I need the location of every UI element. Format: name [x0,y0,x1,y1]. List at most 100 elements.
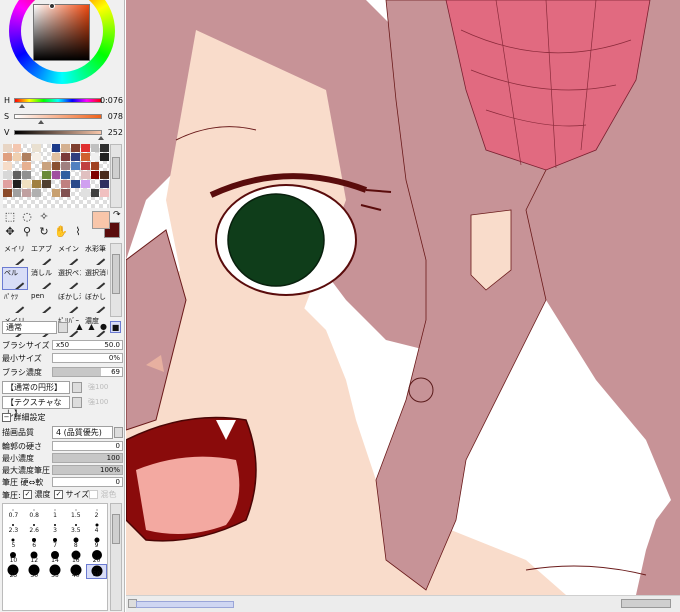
wand-icon[interactable]: ✧ [36,210,52,224]
color-swatch[interactable] [80,144,90,152]
brush-slot[interactable]: ペル [2,267,28,290]
min-density-slider[interactable]: 100 [52,453,123,463]
brush-size-preset[interactable]: 35 [45,564,66,579]
brush-shape-dropdown-button[interactable] [72,382,82,393]
zoom-icon[interactable]: ⚲ [19,225,35,239]
value-slider[interactable] [14,130,102,135]
color-swatch[interactable] [51,171,61,179]
brush-size-preset[interactable]: 2.3 [3,519,24,534]
select-lasso-icon[interactable]: ◌ [19,210,35,224]
brush-size-preset[interactable]: 4 [86,519,107,534]
min-size-slider[interactable]: 0% [52,353,123,363]
color-swatch[interactable] [80,189,90,197]
color-swatch[interactable] [12,153,22,161]
brush-scrollbar[interactable] [110,243,122,317]
saturation-slider[interactable] [14,114,102,119]
color-swatch[interactable] [12,180,22,188]
brush-size-preset[interactable]: 16 [65,549,86,564]
brush-slot[interactable]: 水彩筆 [83,243,109,266]
color-swatch[interactable] [90,171,100,179]
color-swatch[interactable] [12,189,22,197]
color-swatch[interactable] [100,189,109,197]
color-swatch[interactable] [71,180,80,188]
brush-size-preset[interactable]: 25 [3,564,24,579]
eyedropper-icon[interactable]: ⌇ [70,225,86,239]
color-swatch[interactable] [51,162,61,170]
color-swatch[interactable] [100,153,109,161]
brush-size-preset[interactable]: 30 [24,564,45,579]
color-swatch[interactable] [71,153,80,161]
brush-size-preset[interactable]: 9 [86,534,107,549]
brush-size-preset[interactable]: 3.5 [65,519,86,534]
brush-size-preset[interactable]: 8 [65,534,86,549]
rotate-icon[interactable]: ↻ [36,225,52,239]
color-wheel[interactable] [5,0,117,88]
density-checkbox[interactable]: ✓ [23,490,32,499]
brush-size-preset[interactable]: 2 [86,504,107,519]
advanced-settings-header[interactable]: − 詳細設定 [2,412,46,423]
color-swatch[interactable] [22,162,32,170]
color-swatch[interactable] [42,144,51,152]
brush-size-field[interactable]: x50 50.0 [52,340,123,350]
color-swatch[interactable] [100,180,109,188]
mix-checkbox-group[interactable]: 混色 [89,489,117,500]
mix-checkbox[interactable] [89,490,98,499]
color-swatch[interactable] [90,153,100,161]
color-swatch[interactable] [3,180,12,188]
color-swatch[interactable] [3,153,12,161]
texture-dropdown-button[interactable] [72,397,82,408]
color-swatch[interactable] [32,153,41,161]
color-swatch[interactable] [90,144,100,152]
color-swatch[interactable] [90,189,100,197]
color-swatch[interactable] [3,171,12,179]
brush-size-preset[interactable]: 7 [45,534,66,549]
color-swatch[interactable] [90,162,100,170]
brush-slot[interactable]: ぼかし [83,291,109,314]
hue-slider[interactable] [14,98,102,103]
color-swatch[interactable] [71,144,80,152]
quality-dropdown-button[interactable] [114,427,123,438]
color-swatch[interactable] [41,180,51,188]
color-swatch[interactable] [32,162,41,170]
blend-mode-select[interactable]: 通常 [2,321,57,334]
color-swatch[interactable] [91,180,100,188]
brush-slot[interactable]: 選択消し [83,267,109,290]
color-swatch[interactable] [71,171,80,179]
texture-select[interactable]: 【テクスチャなし】 [2,396,70,418]
color-swatch[interactable] [52,180,61,188]
brush-size-preset[interactable]: 10 [3,549,24,564]
color-swatch[interactable] [100,144,109,152]
color-swatch[interactable] [22,180,32,188]
color-swatch[interactable] [32,171,41,179]
foreground-color[interactable] [92,211,110,229]
brush-slot[interactable]: pen [29,291,55,314]
color-swatch[interactable] [51,144,61,152]
swatch-scrollbar[interactable] [110,144,122,208]
hand-icon[interactable]: ✋ [53,225,69,239]
horizontal-scrollbar[interactable] [126,595,680,612]
brush-slot[interactable]: ぼかし滲 [56,291,82,314]
brush-size-preset[interactable]: 12 [24,549,45,564]
quality-select[interactable]: 4 (品質優先) [52,426,113,439]
brush-size-preset[interactable]: 14 [45,549,66,564]
color-swatch[interactable] [80,171,90,179]
color-swatch[interactable] [32,180,41,188]
brush-density-slider[interactable]: 69 [52,367,123,377]
color-swatch[interactable] [42,153,51,161]
edge-hardness-slider[interactable]: 0 [52,441,123,451]
color-swatch[interactable] [22,189,32,197]
swap-colors-icon[interactable]: ↷ [113,210,121,220]
pressure-hardness-slider[interactable]: 0 [52,477,123,487]
brush-size-preset[interactable]: 5 [3,534,24,549]
blend-mode-dropdown-button[interactable] [58,322,68,333]
color-swatch[interactable] [13,162,22,170]
brush-shape-sharp-icon[interactable]: ▲ [74,321,85,333]
color-swatch[interactable] [61,171,71,179]
collapse-icon[interactable]: − [2,413,11,422]
size-scrollbar-thumb[interactable] [112,514,120,544]
move-icon[interactable]: ✥ [2,225,18,239]
saturation-value-square[interactable] [33,4,90,61]
brush-size-preset[interactable]: 2.6 [24,519,45,534]
brush-size-preset[interactable]: 20 [86,549,107,564]
color-swatch[interactable] [51,189,61,197]
